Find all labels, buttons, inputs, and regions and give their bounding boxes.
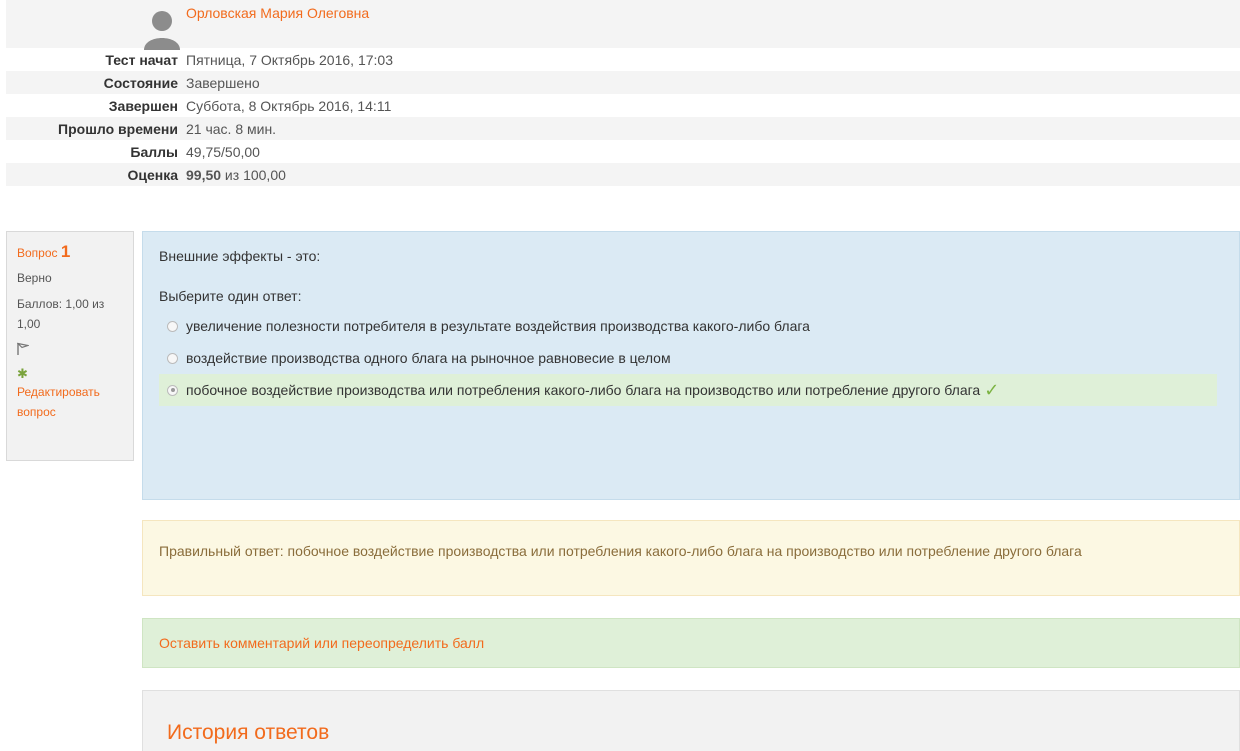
answer-prompt: Выберите один ответ:	[159, 288, 1223, 304]
question-formulation: Внешние эффекты - это: Выберите один отв…	[142, 231, 1240, 500]
summary-row-state: Состояние Завершено	[6, 71, 1240, 94]
answer-list: увеличение полезности потребителя в резу…	[159, 310, 1223, 406]
answer-option[interactable]: увеличение полезности потребителя в резу…	[159, 310, 1223, 342]
summary-row-started: Тест начат Пятница, 7 Октябрь 2016, 17:0…	[6, 48, 1240, 71]
gear-icon: ✱	[17, 366, 123, 382]
answer-option-correct[interactable]: побочное воздействие производства или по…	[159, 374, 1217, 406]
response-history: История ответов	[142, 690, 1240, 751]
edit-question-link[interactable]: Редактировать вопрос	[17, 385, 100, 419]
radio-button[interactable]	[167, 321, 178, 332]
user-row: Орловская Мария Олеговна	[6, 0, 1240, 48]
grade-value: 99,50	[186, 167, 221, 183]
question-text: Внешние эффекты - это:	[159, 248, 1223, 264]
flag-icon[interactable]	[17, 342, 29, 356]
correct-check-icon: ✓	[984, 380, 999, 401]
attempt-summary: Орловская Мария Олеговна Тест начат Пятн…	[6, 0, 1240, 186]
user-name-link[interactable]: Орловская Мария Олеговна	[186, 5, 369, 21]
question-info: Вопрос 1 Верно Баллов: 1,00 из 1,00 ✱ Ре…	[6, 231, 134, 461]
question-state: Верно	[17, 268, 123, 288]
right-answer-text: Правильный ответ: побочное воздействие п…	[159, 543, 1082, 559]
summary-row-time-taken: Прошло времени 21 час. 8 мин.	[6, 117, 1240, 140]
comment-box: Оставить комментарий или переопределить …	[142, 618, 1240, 668]
question-marks: Баллов: 1,00 из 1,00	[17, 294, 123, 334]
grade-suffix: из 100,00	[221, 167, 286, 183]
summary-row-completed: Завершен Суббота, 8 Октябрь 2016, 14:11	[6, 94, 1240, 117]
question-number: Вопрос 1	[17, 242, 123, 262]
avatar-icon[interactable]	[142, 10, 182, 50]
radio-button-selected[interactable]	[167, 385, 178, 396]
comment-override-link[interactable]: Оставить комментарий или переопределить …	[159, 635, 484, 651]
answer-option[interactable]: воздействие производства одного блага на…	[159, 342, 1223, 374]
right-answer-feedback: Правильный ответ: побочное воздействие п…	[142, 520, 1240, 596]
summary-row-grade: Оценка 99,50 из 100,00	[6, 163, 1240, 186]
summary-row-marks: Баллы 49,75/50,00	[6, 140, 1240, 163]
radio-button[interactable]	[167, 353, 178, 364]
history-title: История ответов	[167, 721, 1215, 745]
